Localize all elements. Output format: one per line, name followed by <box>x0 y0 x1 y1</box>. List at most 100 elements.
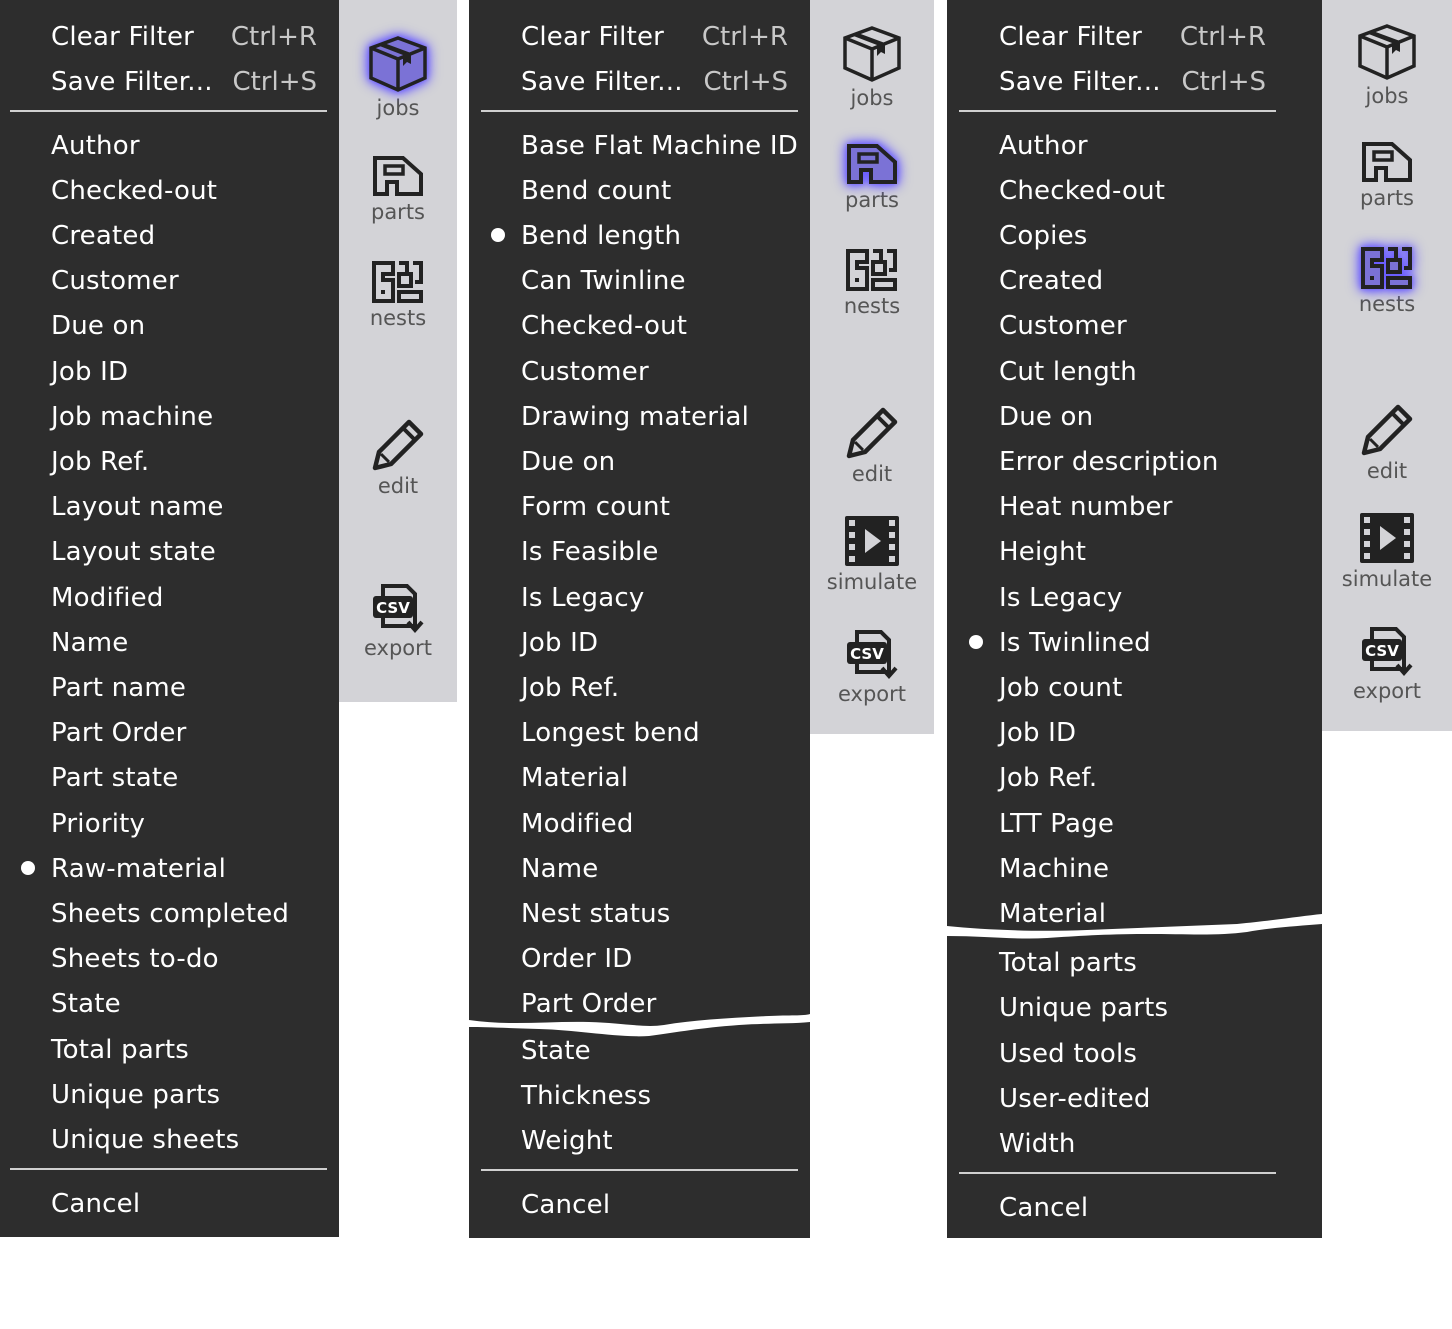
filter-column-item[interactable]: Created <box>0 213 339 258</box>
filter-column-item[interactable]: Part Order <box>0 711 339 756</box>
filter-column-item[interactable]: Error description <box>947 439 1322 484</box>
filter-column-item[interactable]: Job ID <box>947 711 1322 756</box>
filter-column-item[interactable]: Job ID <box>0 349 339 394</box>
filter-column-item[interactable]: Nest status <box>469 891 810 936</box>
filter-column-label: Created <box>999 266 1104 297</box>
nests-tool[interactable]: nests <box>1322 246 1452 316</box>
filter-column-item[interactable]: Can Twinline <box>469 259 810 304</box>
filter-column-item[interactable]: Author <box>947 123 1322 168</box>
edit-tool[interactable]: edit <box>339 416 457 498</box>
filter-column-item[interactable]: Longest bend <box>469 711 810 756</box>
filter-column-item[interactable]: Order ID <box>469 937 810 982</box>
jobs-tool[interactable]: jobs <box>810 24 934 110</box>
filter-column-item[interactable]: Total parts <box>0 1027 339 1072</box>
filter-column-item[interactable]: Job machine <box>0 394 339 439</box>
edit-tool[interactable]: edit <box>810 404 934 486</box>
parts-tool[interactable]: parts <box>810 142 934 212</box>
filter-column-item[interactable]: Job Ref. <box>469 665 810 710</box>
export-tool[interactable]: CSV export <box>339 582 457 660</box>
filter-column-item[interactable]: Width <box>947 1121 1322 1166</box>
filter-column-item[interactable]: Modified <box>469 801 810 846</box>
filter-column-item[interactable]: Job Ref. <box>947 756 1322 801</box>
filter-column-item[interactable]: Priority <box>0 801 339 846</box>
export-tool[interactable]: CSV export <box>810 628 934 706</box>
edit-tool[interactable]: edit <box>1322 401 1452 483</box>
filter-column-item[interactable]: Customer <box>947 304 1322 349</box>
simulate-tool[interactable]: simulate <box>810 514 934 594</box>
filter-column-item[interactable]: Sheets completed <box>0 891 339 936</box>
filter-column-item[interactable]: Is Twinlined <box>947 620 1322 665</box>
filter-column-item[interactable]: Layout state <box>0 530 339 575</box>
filter-column-item[interactable]: Checked-out <box>0 168 339 213</box>
filter-column-item[interactable]: Is Legacy <box>947 575 1322 620</box>
clear-filter-item[interactable]: Clear Filter Ctrl+R <box>947 14 1322 59</box>
clear-filter-label: Clear Filter <box>521 21 665 52</box>
nests-tool[interactable]: nests <box>810 248 934 318</box>
cancel-item[interactable]: Cancel <box>947 1185 1322 1230</box>
filter-column-item[interactable]: User-edited <box>947 1076 1322 1121</box>
save-filter-item[interactable]: Save Filter... Ctrl+S <box>0 59 339 104</box>
filter-column-item[interactable]: Unique parts <box>947 986 1322 1031</box>
filter-column-item[interactable]: Drawing material <box>469 394 810 439</box>
filter-column-item[interactable]: Checked-out <box>947 168 1322 213</box>
filter-column-item[interactable]: LTT Page <box>947 801 1322 846</box>
filter-column-item[interactable]: Customer <box>0 259 339 304</box>
filter-column-item[interactable]: Is Legacy <box>469 575 810 620</box>
jobs-label: jobs <box>850 86 894 110</box>
filter-column-item[interactable]: Job count <box>947 665 1322 710</box>
export-tool[interactable]: CSV export <box>1322 625 1452 703</box>
filter-column-item[interactable]: Bend length <box>469 213 810 258</box>
clear-filter-item[interactable]: Clear Filter Ctrl+R <box>469 14 810 59</box>
filter-column-item[interactable]: Unique parts <box>0 1072 339 1117</box>
filter-column-item[interactable]: Author <box>0 123 339 168</box>
filter-column-item[interactable]: Raw-material <box>0 846 339 891</box>
side-toolbar-nests: jobs parts nests edit simulate CSV expor… <box>1322 0 1452 731</box>
filter-column-item[interactable]: State <box>0 982 339 1027</box>
filter-column-item[interactable]: Unique sheets <box>0 1117 339 1162</box>
filter-column-item[interactable]: Modified <box>0 575 339 620</box>
save-filter-item[interactable]: Save Filter... Ctrl+S <box>947 59 1322 104</box>
filter-column-item[interactable]: Form count <box>469 485 810 530</box>
parts-tool[interactable]: parts <box>1322 140 1452 210</box>
filter-column-item[interactable]: Layout name <box>0 485 339 530</box>
parts-tool[interactable]: parts <box>339 154 457 224</box>
cancel-item[interactable]: Cancel <box>469 1182 810 1227</box>
simulate-tool[interactable]: simulate <box>1322 511 1452 591</box>
filter-column-item[interactable]: Due on <box>947 394 1322 439</box>
filter-column-item[interactable]: Cut length <box>947 349 1322 394</box>
filter-column-item[interactable]: Weight <box>469 1118 810 1163</box>
svg-text:CSV: CSV <box>850 645 884 663</box>
filter-column-item[interactable]: Job Ref. <box>0 439 339 484</box>
jobs-tool[interactable]: jobs <box>1322 22 1452 108</box>
filter-column-item[interactable]: Height <box>947 530 1322 575</box>
parts-label: parts <box>844 188 899 212</box>
filter-column-item[interactable]: Checked-out <box>469 304 810 349</box>
filter-column-item[interactable]: Job ID <box>469 620 810 665</box>
filter-column-item[interactable]: Part state <box>0 756 339 801</box>
filter-column-item[interactable]: Is Feasible <box>469 530 810 575</box>
filter-column-item[interactable]: Thickness <box>469 1073 810 1118</box>
filter-column-item[interactable]: Name <box>0 620 339 665</box>
csv-export-icon: CSV <box>339 582 457 634</box>
filter-column-item[interactable]: Created <box>947 259 1322 304</box>
clear-filter-item[interactable]: Clear Filter Ctrl+R <box>0 14 339 59</box>
filter-column-item[interactable]: Base Flat Machine ID <box>469 123 810 168</box>
filter-column-item[interactable]: Machine <box>947 846 1322 891</box>
filter-column-item[interactable]: Customer <box>469 349 810 394</box>
filter-column-item[interactable]: Bend count <box>469 168 810 213</box>
filter-column-item[interactable]: Due on <box>0 304 339 349</box>
filter-column-item[interactable]: Material <box>469 756 810 801</box>
filter-column-item[interactable]: Name <box>469 846 810 891</box>
save-filter-item[interactable]: Save Filter... Ctrl+S <box>469 59 810 104</box>
filter-column-item[interactable]: Sheets to-do <box>0 937 339 982</box>
filter-column-label: Part name <box>51 672 187 703</box>
filter-column-item[interactable]: Copies <box>947 213 1322 258</box>
filter-column-item[interactable]: Heat number <box>947 485 1322 530</box>
filter-column-item[interactable]: Total parts <box>947 941 1322 986</box>
filter-column-item[interactable]: Due on <box>469 439 810 484</box>
jobs-tool[interactable]: jobs <box>339 34 457 120</box>
nests-tool[interactable]: nests <box>339 260 457 330</box>
cancel-item[interactable]: Cancel <box>0 1181 339 1226</box>
filter-column-item[interactable]: Used tools <box>947 1031 1322 1076</box>
filter-column-item[interactable]: Part name <box>0 665 339 710</box>
